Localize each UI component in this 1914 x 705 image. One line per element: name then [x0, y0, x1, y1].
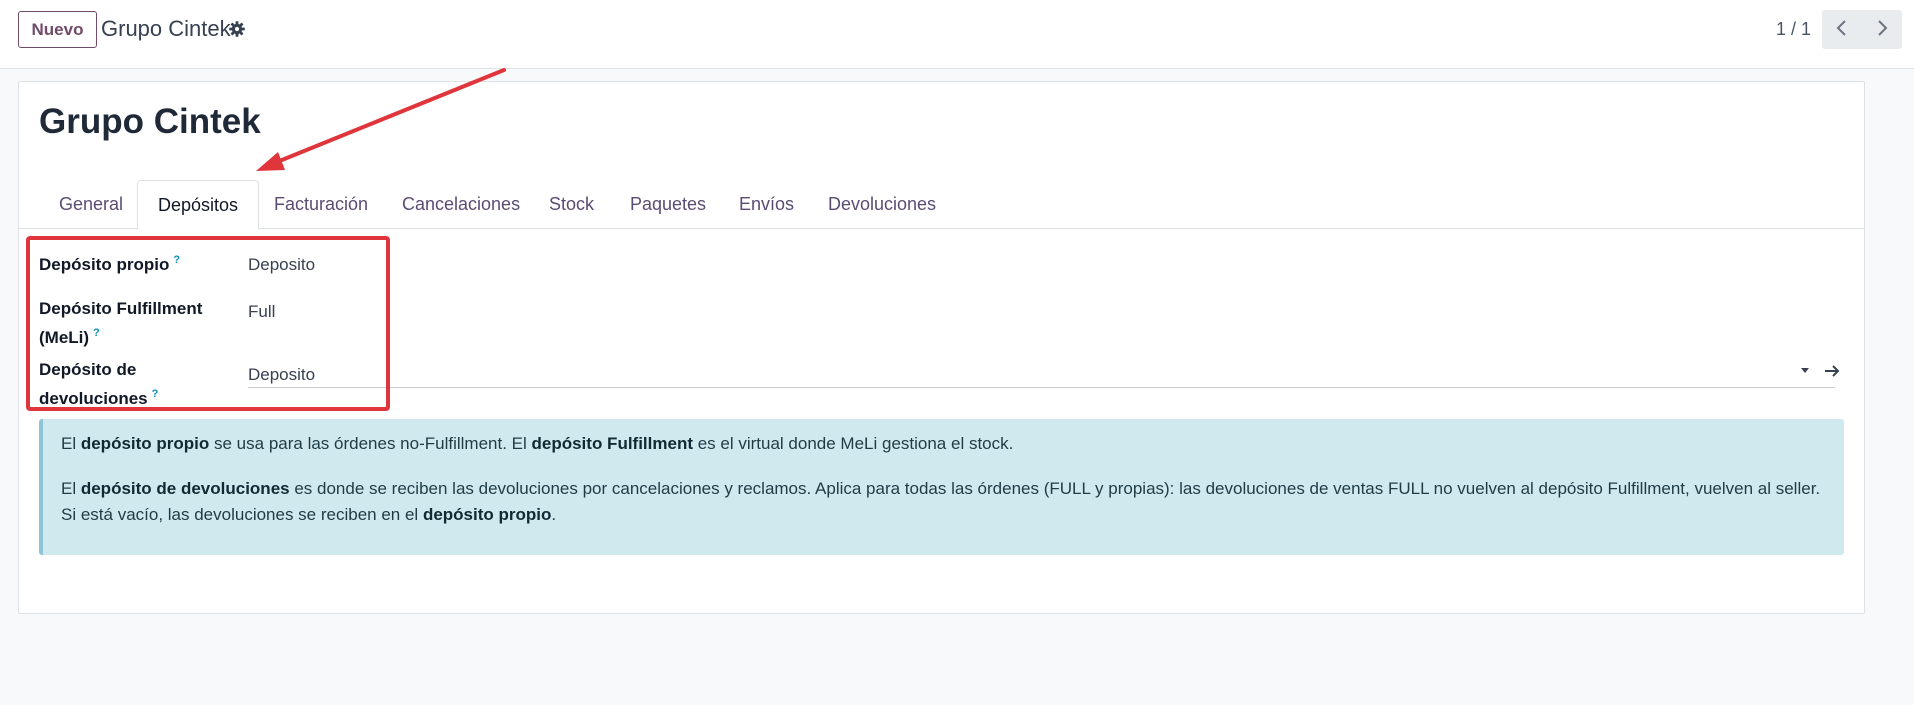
- own-depot-label: Depósito propio?: [39, 254, 181, 274]
- returns-depot-input[interactable]: Deposito: [248, 365, 315, 385]
- tab-depositos[interactable]: Depósitos: [137, 180, 260, 230]
- help-tooltip-icon[interactable]: ?: [173, 254, 180, 266]
- returns-depot-underline: [248, 387, 1835, 388]
- help-tooltip-icon[interactable]: ?: [152, 388, 159, 400]
- arrow-right-icon[interactable]: [1822, 361, 1842, 381]
- returns-depot-label: Depósito de devoluciones?: [39, 360, 159, 408]
- chevron-left-icon: [1836, 19, 1848, 40]
- tab-envios[interactable]: Envíos: [719, 180, 814, 229]
- control-panel: Nuevo Grupo Cintek 1 / 1: [0, 0, 1914, 69]
- caret-down-icon[interactable]: [1801, 368, 1809, 373]
- tab-paquetes[interactable]: Paquetes: [610, 180, 726, 229]
- pager-value[interactable]: 1 / 1: [1776, 19, 1811, 40]
- pager-previous-button[interactable]: [1822, 10, 1862, 49]
- tab-devoluciones[interactable]: Devoluciones: [808, 180, 956, 229]
- notebook-tabs: General Depósitos Facturación Cancelacio…: [19, 180, 1864, 230]
- form-sheet: Grupo Cintek General Depósitos Facturaci…: [18, 81, 1865, 614]
- tab-cancelaciones[interactable]: Cancelaciones: [382, 180, 540, 229]
- chevron-right-icon: [1876, 19, 1888, 40]
- info-paragraph-2: El depósito de devoluciones es donde se …: [61, 479, 1821, 524]
- fulfillment-depot-label: Depósito Fulfillment (MeLi)?: [39, 299, 203, 347]
- gear-icon[interactable]: [228, 20, 246, 38]
- breadcrumb-title: Grupo Cintek: [101, 16, 231, 41]
- info-alert: El depósito propio se usa para las órden…: [39, 419, 1844, 555]
- help-tooltip-icon[interactable]: ?: [93, 327, 100, 339]
- tab-stock[interactable]: Stock: [529, 180, 614, 229]
- tab-facturacion[interactable]: Facturación: [254, 180, 388, 229]
- record-title: Grupo Cintek: [39, 102, 261, 141]
- tab-general[interactable]: General: [39, 180, 143, 229]
- fulfillment-depot-value[interactable]: Full: [248, 302, 275, 322]
- new-button[interactable]: Nuevo: [18, 11, 97, 48]
- own-depot-value[interactable]: Deposito: [248, 255, 315, 275]
- info-paragraph-1: El depósito propio se usa para las órden…: [61, 434, 1014, 453]
- pager-next-button[interactable]: [1862, 10, 1902, 49]
